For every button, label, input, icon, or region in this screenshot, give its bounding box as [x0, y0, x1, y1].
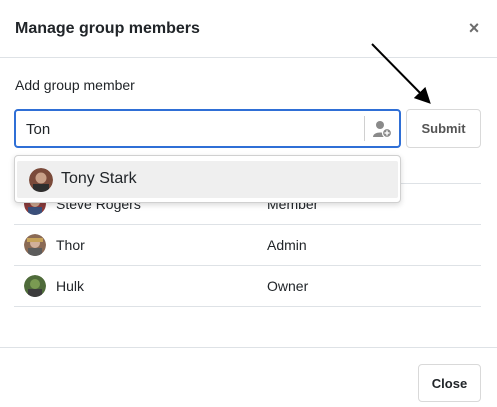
close-button[interactable]: Close — [418, 364, 481, 402]
member-avatar — [24, 275, 46, 297]
member-role: Admin — [267, 237, 307, 253]
member-name: Thor — [56, 237, 85, 253]
suggestion-item-tony-stark[interactable]: Tony Stark — [17, 161, 398, 198]
search-divider — [364, 116, 365, 141]
dialog-header: Manage group members × — [0, 0, 497, 58]
suggestion-avatar — [29, 168, 53, 192]
suggestion-name: Tony Stark — [61, 170, 137, 187]
member-search-input[interactable] — [26, 119, 356, 139]
member-search-box[interactable] — [14, 109, 401, 148]
member-row-hulk: Hulk Owner — [14, 266, 481, 307]
suggestion-dropdown: Tony Stark — [14, 155, 401, 203]
member-row-thor: Thor Admin — [14, 225, 481, 266]
manage-group-members-dialog: Manage group members × Add group member … — [0, 0, 497, 407]
submit-button[interactable]: Submit — [406, 109, 481, 148]
member-role: Owner — [267, 278, 309, 294]
member-avatar — [24, 234, 46, 256]
member-name: Hulk — [56, 278, 85, 294]
add-member-label: Add group member — [15, 77, 135, 93]
close-x-icon[interactable]: × — [466, 19, 482, 37]
dialog-title: Manage group members — [15, 20, 200, 37]
add-user-icon[interactable] — [372, 119, 392, 139]
footer-divider — [0, 347, 497, 348]
